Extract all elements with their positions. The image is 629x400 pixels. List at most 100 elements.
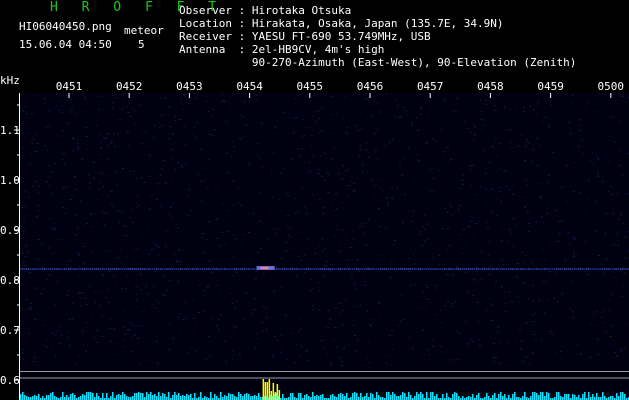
noise-dot bbox=[333, 147, 336, 149]
noise-dot bbox=[616, 355, 619, 357]
noise-dot bbox=[314, 111, 317, 113]
noise-dot bbox=[617, 218, 620, 220]
noise-dot bbox=[179, 332, 182, 334]
noise-dot bbox=[337, 172, 340, 174]
noise-dot bbox=[530, 261, 533, 263]
noise-dot bbox=[205, 358, 208, 360]
noise-dot bbox=[405, 110, 408, 112]
noise-dot bbox=[136, 286, 139, 288]
noise-dot bbox=[582, 152, 585, 154]
spectrum-bar bbox=[220, 392, 222, 400]
noise-dot bbox=[499, 341, 502, 343]
noise-dot bbox=[373, 185, 376, 187]
spectrum-bar bbox=[558, 392, 560, 400]
noise-dot bbox=[327, 310, 330, 312]
noise-band-cell bbox=[76, 268, 78, 270]
noise-dot bbox=[426, 223, 428, 225]
noise-band-cell bbox=[44, 268, 46, 270]
noise-dot bbox=[438, 263, 441, 265]
noise-dot bbox=[21, 348, 24, 350]
spectrum-bar bbox=[486, 393, 488, 400]
spectrum-bar bbox=[342, 394, 344, 400]
noise-dot bbox=[164, 183, 167, 185]
noise-band-cell bbox=[440, 268, 442, 270]
noise-dot bbox=[37, 192, 40, 194]
noise-band-cell bbox=[456, 268, 458, 270]
noise-dot bbox=[78, 254, 81, 256]
noise-dot bbox=[512, 218, 515, 220]
noise-dot bbox=[546, 298, 549, 300]
noise-dot bbox=[183, 126, 186, 127]
noise-band-cell bbox=[26, 268, 28, 270]
noise-dot bbox=[172, 133, 175, 135]
noise-band-cell bbox=[618, 268, 620, 270]
noise-band-cell bbox=[414, 268, 416, 270]
noise-dot bbox=[133, 260, 136, 262]
noise-band-cell bbox=[280, 268, 282, 270]
noise-dot bbox=[140, 325, 143, 327]
noise-dot bbox=[265, 328, 268, 330]
noise-dot bbox=[30, 153, 33, 155]
noise-dot bbox=[193, 126, 196, 128]
noise-dot bbox=[109, 318, 112, 320]
noise-dot bbox=[30, 306, 33, 308]
noise-dot bbox=[573, 250, 576, 252]
noise-band-cell bbox=[314, 268, 316, 270]
noise-dot bbox=[526, 184, 529, 186]
noise-dot bbox=[522, 107, 525, 108]
noise-band-cell bbox=[614, 268, 616, 270]
noise-dot bbox=[561, 220, 564, 222]
noise-dot bbox=[508, 291, 511, 293]
noise-dot bbox=[511, 301, 514, 303]
noise-dot bbox=[189, 347, 192, 349]
noise-dot bbox=[625, 236, 627, 238]
noise-dot bbox=[380, 178, 383, 180]
noise-dot bbox=[496, 148, 499, 150]
noise-dot bbox=[145, 285, 148, 287]
noise-dot bbox=[535, 113, 538, 115]
noise-dot bbox=[103, 211, 106, 213]
noise-dot bbox=[208, 355, 211, 357]
noise-band-cell bbox=[102, 268, 104, 270]
noise-dot bbox=[620, 214, 623, 216]
noise-dot bbox=[170, 149, 173, 151]
noise-dot bbox=[175, 224, 178, 225]
noise-dot bbox=[549, 333, 552, 335]
noise-band-cell bbox=[24, 268, 26, 270]
noise-band-cell bbox=[342, 268, 344, 270]
noise-dot bbox=[530, 321, 533, 323]
noise-dot bbox=[527, 230, 530, 232]
noise-dot bbox=[427, 349, 430, 351]
noise-dot bbox=[616, 192, 619, 194]
spectrum-bar bbox=[418, 394, 420, 400]
noise-band-cell bbox=[152, 268, 154, 270]
noise-dot bbox=[493, 361, 496, 363]
spectrum-bar bbox=[156, 396, 158, 400]
spectrum-bar bbox=[442, 394, 444, 400]
noise-dot bbox=[111, 94, 114, 96]
noise-dot bbox=[595, 200, 598, 202]
x-tick-label: 0452 bbox=[116, 80, 143, 93]
noise-dot bbox=[166, 289, 169, 291]
noise-dot bbox=[388, 334, 391, 336]
noise-dot bbox=[485, 99, 488, 101]
noise-dot bbox=[106, 263, 108, 265]
noise-dot bbox=[534, 312, 537, 314]
noise-dot bbox=[115, 171, 118, 173]
noise-dot bbox=[253, 309, 256, 310]
noise-dot bbox=[250, 313, 253, 315]
noise-dot bbox=[388, 142, 391, 144]
noise-dot bbox=[422, 354, 425, 356]
noise-dot bbox=[152, 137, 155, 139]
noise-dot bbox=[595, 230, 598, 232]
noise-dot bbox=[385, 93, 388, 95]
noise-dot bbox=[308, 161, 311, 163]
noise-dot bbox=[285, 250, 288, 252]
noise-dot bbox=[320, 340, 323, 342]
noise-band-cell bbox=[424, 268, 426, 270]
noise-dot bbox=[129, 170, 131, 172]
noise-band-cell bbox=[368, 268, 370, 270]
noise-dot bbox=[131, 209, 133, 211]
noise-dot bbox=[459, 188, 462, 190]
spectrum-bar bbox=[538, 395, 540, 400]
